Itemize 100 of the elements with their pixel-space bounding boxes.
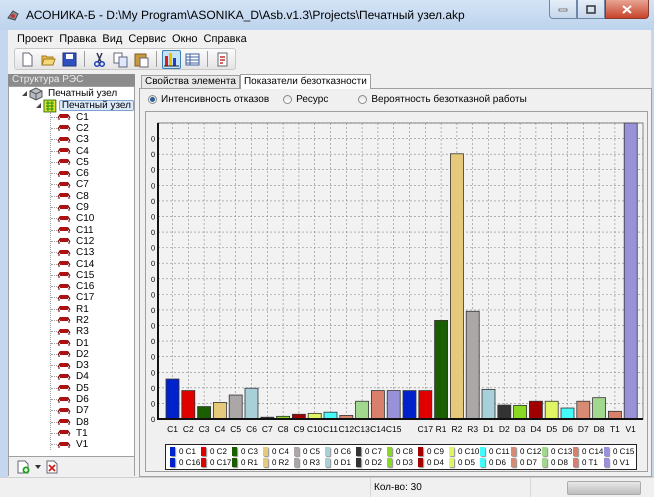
circuit-board-icon	[43, 98, 57, 112]
component-icon	[57, 123, 71, 134]
legend-label: 0 C5	[303, 446, 320, 456]
tree-item[interactable]: V1	[73, 439, 92, 450]
tab[interactable]: Свойства элемента	[141, 74, 240, 88]
tree-item[interactable]: T1	[73, 428, 91, 439]
axis-label: C5	[230, 424, 242, 434]
legend-label: 0 C6	[334, 446, 351, 456]
tree-item[interactable]: C16	[73, 281, 98, 292]
legend-label: 0 D6	[489, 458, 506, 466]
component-icon	[57, 202, 71, 213]
legend-label: 0 D7	[520, 458, 537, 466]
menu-item[interactable]: Правка	[56, 33, 100, 45]
legend-label: 0 C16	[179, 458, 200, 466]
tree-item[interactable]: C12	[73, 236, 98, 247]
tree-item[interactable]: D4	[73, 371, 92, 382]
menu-item[interactable]: Проект	[14, 33, 56, 45]
axis-label: C14	[370, 424, 386, 434]
component-icon	[57, 428, 71, 438]
component-icon	[57, 191, 71, 202]
radio-button[interactable]	[148, 95, 157, 104]
axis-label: D6	[562, 424, 573, 434]
axis-label: C10	[306, 424, 322, 434]
tree-item[interactable]: D3	[73, 360, 92, 372]
tree-item[interactable]: D1	[73, 338, 92, 349]
tree-item[interactable]: C10	[73, 213, 98, 224]
tree-item[interactable]: C15	[73, 270, 98, 281]
save-button[interactable]	[60, 50, 79, 68]
minimize-button[interactable]	[549, 0, 577, 19]
legend-label: 0 D5	[458, 458, 475, 466]
delete-icon[interactable]	[46, 460, 58, 474]
menu-item[interactable]: Справка	[200, 33, 250, 45]
tree-item[interactable]: C2	[73, 122, 92, 134]
radio-label[interactable]: Вероятность безотказной работы	[371, 94, 527, 105]
axis-label: C11	[323, 424, 338, 434]
legend-label: 0 D1	[334, 458, 351, 466]
tree-item[interactable]: C9	[73, 202, 92, 214]
tree-item[interactable]: C11	[73, 224, 97, 236]
close-button[interactable]	[605, 0, 649, 19]
tree-item[interactable]: R2	[73, 314, 92, 326]
legend-label: 0 C15	[613, 446, 634, 456]
tree-item[interactable]: C5	[73, 156, 92, 168]
menu-item[interactable]: Окно	[168, 33, 201, 45]
dropdown-arrow-icon[interactable]	[35, 464, 41, 468]
maximize-button[interactable]	[577, 0, 605, 19]
axis-label: R3	[467, 424, 478, 434]
legend-label: 0 C8	[396, 446, 413, 456]
tree-item[interactable]: C17	[73, 292, 98, 304]
tree-item[interactable]: R1	[73, 304, 92, 315]
tree-item[interactable]: C14	[73, 258, 98, 270]
panel-header: Структура РЭС	[8, 74, 135, 86]
tree-item[interactable]: D5	[73, 382, 92, 394]
menu-item[interactable]: Сервис	[125, 33, 169, 45]
legend-label: 0 C1	[179, 446, 196, 456]
axis-label: D8	[594, 424, 605, 434]
copy-button[interactable]	[111, 50, 130, 68]
tree-item[interactable]: C3	[73, 134, 92, 146]
axis-label: C12	[338, 424, 354, 434]
menu-item[interactable]: Вид	[99, 33, 126, 45]
tab[interactable]: Показатели безотказности	[240, 74, 371, 88]
tree-item[interactable]: C6	[73, 168, 92, 180]
radio-button[interactable]	[358, 95, 368, 104]
legend-label: 0 C4	[272, 446, 289, 456]
component-icon	[57, 157, 71, 168]
radio-button[interactable]	[283, 95, 292, 104]
component-icon	[57, 304, 71, 314]
legend-label: 0 R1	[241, 458, 258, 466]
tree-item[interactable]: D8	[73, 416, 92, 428]
axis-label: D4	[530, 424, 542, 434]
component-icon	[57, 383, 71, 394]
tree-item[interactable]: C1	[73, 112, 92, 123]
legend-label: 0 C10	[458, 446, 480, 456]
axis-label: C2	[182, 424, 194, 434]
radio-label[interactable]: Ресурс	[296, 94, 328, 105]
legend-label: 0 C2	[210, 446, 227, 456]
tree-item[interactable]: D7	[73, 405, 92, 416]
component-icon	[57, 394, 71, 405]
legend-label: 0 V1	[613, 458, 630, 466]
tree-item[interactable]: C7	[73, 179, 92, 190]
tree-item[interactable]: D6	[73, 394, 92, 406]
tree-item[interactable]: C8	[73, 190, 92, 202]
tree-item[interactable]: C13	[73, 247, 98, 258]
component-icon	[57, 214, 71, 224]
component-icon	[57, 134, 71, 145]
component-icon	[57, 440, 71, 450]
add-document-icon[interactable]	[17, 460, 30, 474]
component-icon	[57, 225, 71, 236]
tree-item[interactable]: C4	[73, 146, 92, 157]
expand-toggle-icon[interactable]	[20, 90, 28, 97]
legend-label: 0 C12	[520, 446, 542, 456]
axis-label: C6	[246, 424, 257, 434]
tree-item[interactable]: D2	[73, 348, 92, 360]
component-icon	[57, 236, 71, 246]
tree-item[interactable]: Печатный узел	[45, 88, 120, 99]
tree-item[interactable]: Печатный узел	[58, 100, 134, 111]
axis-label: C4	[214, 424, 226, 434]
radio-label[interactable]: Интенсивность отказов	[161, 94, 270, 105]
legend-label: 0 C7	[365, 446, 382, 456]
tree-item[interactable]: R3	[73, 326, 92, 338]
bar-chart-button[interactable]	[162, 50, 181, 68]
